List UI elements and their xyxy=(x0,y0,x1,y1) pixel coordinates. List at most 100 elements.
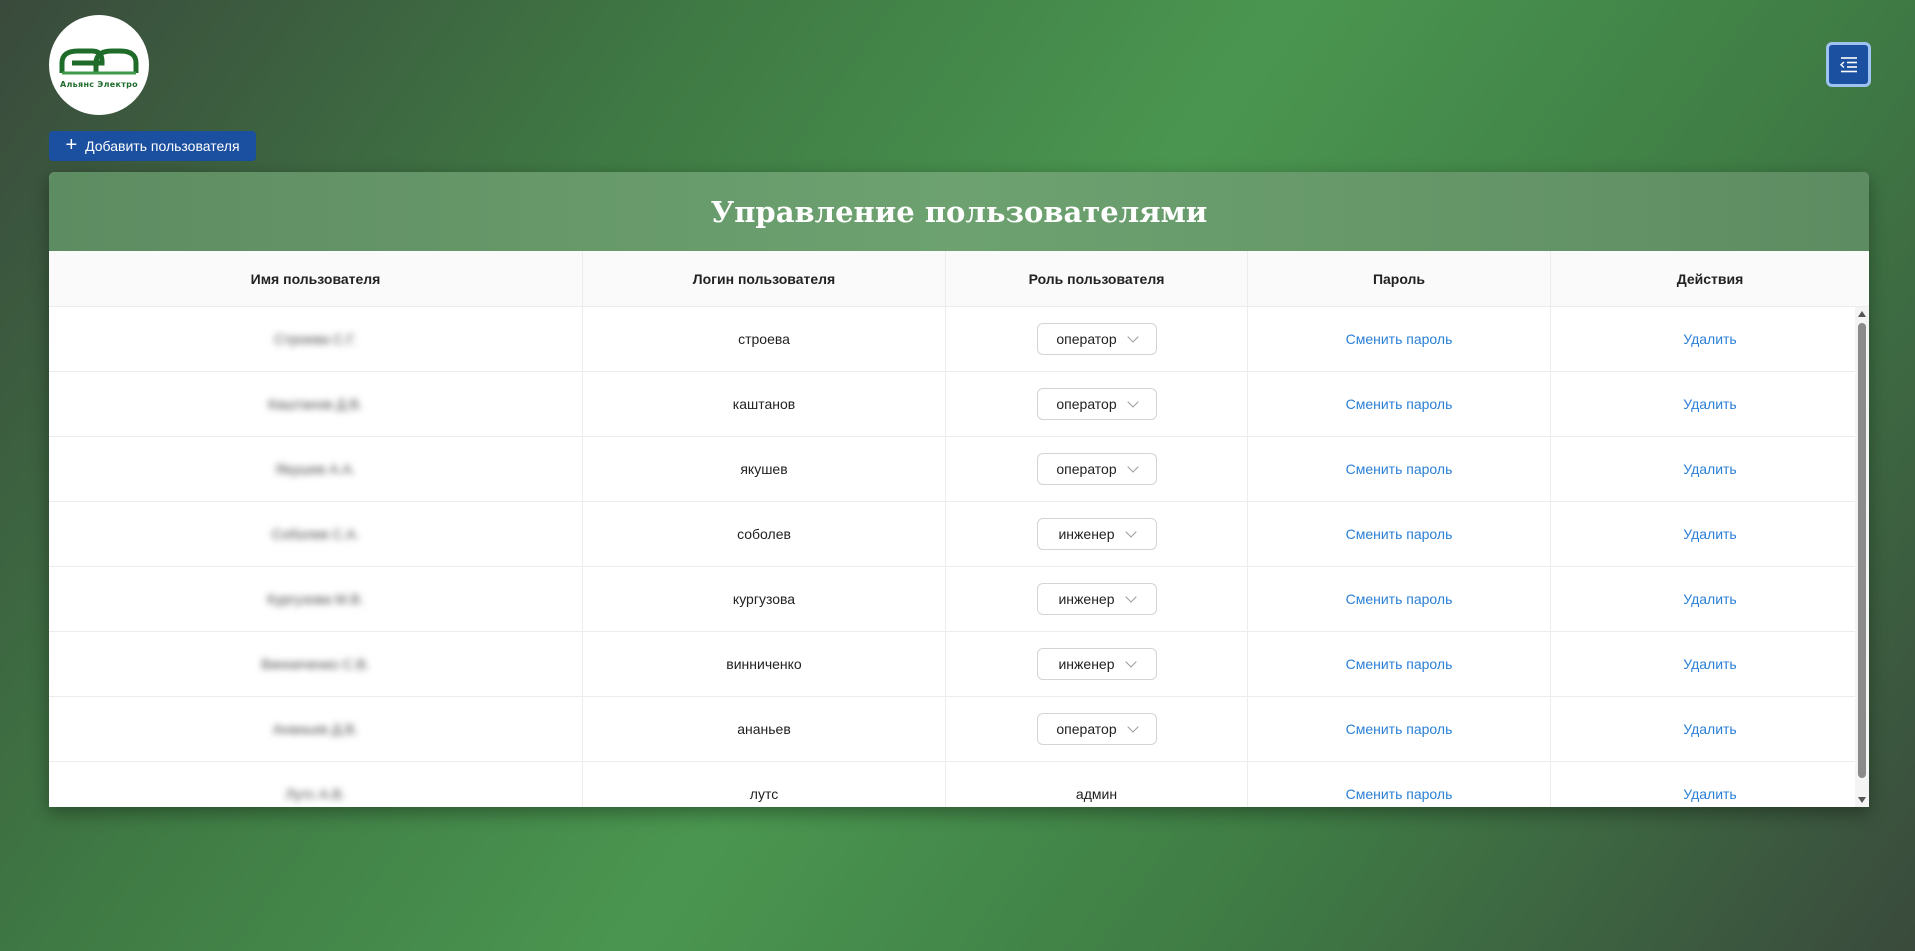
page-title: Управление пользователями xyxy=(710,194,1208,229)
table-row: Строева С.Г. строева оператор Сменить па… xyxy=(49,307,1869,372)
cell-actions: Удалить xyxy=(1551,632,1869,696)
change-password-link[interactable]: Сменить пароль xyxy=(1346,591,1453,607)
cell-password: Сменить пароль xyxy=(1248,307,1551,371)
cell-name: Ананьев Д.В. xyxy=(49,697,583,761)
delete-user-link[interactable]: Удалить xyxy=(1683,526,1736,542)
change-password-link[interactable]: Сменить пароль xyxy=(1346,721,1453,737)
cell-role: инженер xyxy=(946,567,1248,631)
cell-role: инженер xyxy=(946,502,1248,566)
role-select-value: оператор xyxy=(1056,721,1117,737)
panel-header: Управление пользователями xyxy=(49,172,1869,251)
cell-password: Сменить пароль xyxy=(1248,372,1551,436)
cell-login: лутс xyxy=(583,762,946,807)
delete-user-link[interactable]: Удалить xyxy=(1683,461,1736,477)
cell-name: Каштанов Д.В. xyxy=(49,372,583,436)
chevron-down-icon xyxy=(1126,396,1139,408)
cell-name: Лутс А.В. xyxy=(49,762,583,807)
cell-role: инженер xyxy=(946,632,1248,696)
column-header-name: Имя пользователя xyxy=(49,251,583,306)
column-header-login: Логин пользователя xyxy=(583,251,946,306)
role-select-value: оператор xyxy=(1056,331,1117,347)
chevron-down-icon xyxy=(1124,591,1137,603)
user-name: Строева С.Г. xyxy=(274,331,357,347)
scroll-down-icon[interactable] xyxy=(1858,797,1866,803)
cell-password: Сменить пароль xyxy=(1248,567,1551,631)
table-row: Ананьев Д.В. ананьев оператор Сменить па… xyxy=(49,697,1869,762)
delete-user-link[interactable]: Удалить xyxy=(1683,786,1736,802)
change-password-link[interactable]: Сменить пароль xyxy=(1346,331,1453,347)
chevron-down-icon xyxy=(1124,656,1137,668)
company-logo: Альянс Электро xyxy=(49,15,149,115)
delete-user-link[interactable]: Удалить xyxy=(1683,396,1736,412)
logo-mark-icon xyxy=(59,48,139,75)
user-name: Ананьев Д.В. xyxy=(272,721,359,737)
user-name: Соболев С.А. xyxy=(271,526,360,542)
menu-collapse-icon xyxy=(1839,56,1857,72)
table-row: Лутс А.В. лутс админ Сменить пароль Удал… xyxy=(49,762,1869,807)
user-name: Винниченко С.В. xyxy=(261,656,370,672)
role-select-value: оператор xyxy=(1056,396,1117,412)
user-login: лутс xyxy=(749,786,779,802)
change-password-link[interactable]: Сменить пароль xyxy=(1346,786,1453,802)
add-user-button[interactable]: + Добавить пользователя xyxy=(49,131,256,161)
menu-button[interactable] xyxy=(1826,42,1871,87)
vertical-scrollbar[interactable] xyxy=(1855,307,1869,807)
user-name: Кургузова М.В. xyxy=(267,591,364,607)
role-select[interactable]: инженер xyxy=(1036,583,1157,615)
table-row: Каштанов Д.В. каштанов оператор Сменить … xyxy=(49,372,1869,437)
user-login: якушев xyxy=(740,461,788,477)
cell-password: Сменить пароль xyxy=(1248,762,1551,807)
role-select[interactable]: инженер xyxy=(1036,648,1157,680)
delete-user-link[interactable]: Удалить xyxy=(1683,656,1736,672)
delete-user-link[interactable]: Удалить xyxy=(1683,721,1736,737)
table-row: Якушев А.А. якушев оператор Сменить паро… xyxy=(49,437,1869,502)
chevron-down-icon xyxy=(1126,721,1139,733)
delete-user-link[interactable]: Удалить xyxy=(1683,591,1736,607)
cell-actions: Удалить xyxy=(1551,307,1869,371)
cell-actions: Удалить xyxy=(1551,697,1869,761)
cell-login: соболев xyxy=(583,502,946,566)
cell-actions: Удалить xyxy=(1551,567,1869,631)
user-name: Каштанов Д.В. xyxy=(268,396,363,412)
role-select[interactable]: оператор xyxy=(1036,713,1157,745)
scroll-up-icon[interactable] xyxy=(1858,311,1866,317)
role-select[interactable]: оператор xyxy=(1036,323,1157,355)
add-user-label: Добавить пользователя xyxy=(85,138,240,154)
cell-name: Соболев С.А. xyxy=(49,502,583,566)
change-password-link[interactable]: Сменить пароль xyxy=(1346,656,1453,672)
role-select-value: инженер xyxy=(1058,656,1115,672)
cell-password: Сменить пароль xyxy=(1248,632,1551,696)
user-login: ананьев xyxy=(737,721,791,737)
user-name: Лутс А.В. xyxy=(285,786,346,802)
role-select-value: инженер xyxy=(1058,591,1115,607)
chevron-down-icon xyxy=(1126,331,1139,343)
cell-role: оператор xyxy=(946,307,1248,371)
cell-role: оператор xyxy=(946,437,1248,501)
user-login: винниченко xyxy=(726,656,802,672)
table-header: Имя пользователя Логин пользователя Роль… xyxy=(49,251,1869,307)
user-login: соболев xyxy=(737,526,791,542)
role-select[interactable]: оператор xyxy=(1036,388,1157,420)
user-login: каштанов xyxy=(732,396,796,412)
role-select-value: инженер xyxy=(1058,526,1115,542)
change-password-link[interactable]: Сменить пароль xyxy=(1346,396,1453,412)
cell-actions: Удалить xyxy=(1551,372,1869,436)
role-select-value: оператор xyxy=(1056,461,1117,477)
role-select[interactable]: оператор xyxy=(1036,453,1157,485)
cell-role: админ xyxy=(946,762,1248,807)
user-login: кургузова xyxy=(732,591,796,607)
user-login: строева xyxy=(738,331,790,347)
table-body[interactable]: Строева С.Г. строева оператор Сменить па… xyxy=(49,307,1869,807)
users-panel: Управление пользователями Имя пользовате… xyxy=(49,172,1869,807)
column-header-role: Роль пользователя xyxy=(946,251,1248,306)
cell-password: Сменить пароль xyxy=(1248,697,1551,761)
scrollbar-thumb[interactable] xyxy=(1858,323,1866,778)
column-header-actions: Действия xyxy=(1676,270,1744,287)
cell-role: оператор xyxy=(946,697,1248,761)
delete-user-link[interactable]: Удалить xyxy=(1683,331,1736,347)
change-password-link[interactable]: Сменить пароль xyxy=(1346,526,1453,542)
cell-actions: Удалить xyxy=(1551,762,1869,807)
change-password-link[interactable]: Сменить пароль xyxy=(1346,461,1453,477)
role-select[interactable]: инженер xyxy=(1036,518,1157,550)
table-row: Кургузова М.В. кургузова инженер Сменить… xyxy=(49,567,1869,632)
